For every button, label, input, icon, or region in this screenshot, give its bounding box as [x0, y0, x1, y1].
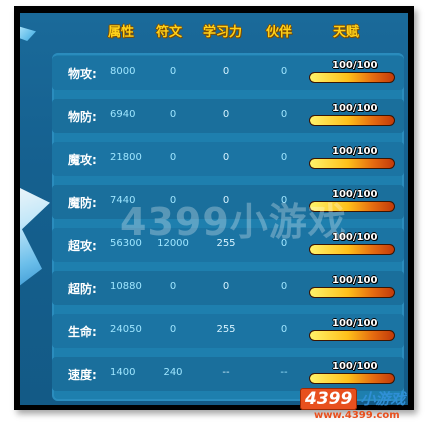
logo-text: 小游戏 [360, 390, 406, 408]
talent-value: 100/100 [332, 318, 378, 329]
stats-header: 属性 符文 学习力 伙伴 天赋 [20, 17, 408, 45]
crystal-wing-decoration [20, 183, 50, 293]
talent-fill [310, 288, 394, 297]
stat-row: 速度: 1400 240 -- -- 100/100 [52, 357, 404, 391]
stat-label: 魔防: [68, 196, 97, 210]
stat-rune-value: 0 [169, 324, 177, 335]
talent-fill [310, 73, 394, 82]
stat-base-value: 1400 [110, 367, 136, 378]
talent-bar: 100/100 [310, 146, 394, 172]
header-partner: 伙伴 [266, 25, 293, 40]
stat-partner-value: 0 [280, 324, 288, 335]
stat-learning-value: 0 [222, 152, 230, 163]
talent-track [310, 288, 394, 297]
stat-partner-value: 0 [280, 152, 288, 163]
talent-track [310, 245, 394, 254]
stat-label: 速度: [68, 368, 97, 382]
talent-value: 100/100 [332, 103, 378, 114]
header-talent: 天赋 [333, 25, 360, 40]
header-rune: 符文 [156, 25, 183, 40]
stat-row: 物防: 6940 0 0 0 100/100 [52, 99, 404, 133]
stat-label: 魔攻: [68, 153, 97, 167]
stat-row: 魔攻: 21800 0 0 0 100/100 [52, 142, 404, 176]
site-logo: 4399 小游戏 www.4399.com [300, 388, 420, 428]
stat-learning-value: 0 [222, 66, 230, 77]
stat-label: 生命: [68, 325, 97, 339]
talent-fill [310, 374, 394, 383]
stat-partner-value: 0 [280, 66, 288, 77]
talent-bar: 100/100 [310, 318, 394, 344]
talent-bar: 100/100 [310, 103, 394, 129]
talent-value: 100/100 [332, 361, 378, 372]
talent-track [310, 159, 394, 168]
stat-rune-value: 0 [169, 281, 177, 292]
header-learning: 学习力 [203, 25, 243, 40]
stat-learning-value: 0 [222, 109, 230, 120]
stat-label: 超防: [68, 282, 97, 296]
stat-learning-value: 0 [222, 281, 230, 292]
stat-base-value: 8000 [110, 66, 136, 77]
talent-fill [310, 159, 394, 168]
watermark: 4399小游戏 [120, 200, 347, 244]
header-attribute: 属性 [108, 25, 135, 40]
talent-bar: 100/100 [310, 60, 394, 86]
talent-track [310, 116, 394, 125]
stat-base-value: 6940 [110, 109, 136, 120]
stat-rune-value: 0 [169, 152, 177, 163]
screenshot-page: 属性 符文 学习力 伙伴 天赋 物攻: 8000 0 0 0 100/100 物防: 6940… [0, 0, 426, 429]
stat-base-value: 24050 [110, 324, 142, 335]
stat-rune-value: 0 [169, 66, 177, 77]
stat-label: 超攻: [68, 239, 97, 253]
talent-bar: 100/100 [310, 275, 394, 301]
stat-row: 物攻: 8000 0 0 0 100/100 [52, 56, 404, 90]
game-screen: 属性 符文 学习力 伙伴 天赋 物攻: 8000 0 0 0 100/100 物防: 6940… [20, 13, 408, 405]
stat-row: 超防: 10880 0 0 0 100/100 [52, 271, 404, 305]
talent-bar: 100/100 [310, 361, 394, 387]
logo-number: 4399 [300, 388, 358, 410]
stat-rune-value: 0 [169, 109, 177, 120]
talent-value: 100/100 [332, 60, 378, 71]
stat-learning-value: 255 [216, 324, 236, 335]
talent-track [310, 73, 394, 82]
logo-mark: 4399 小游戏 [300, 388, 406, 410]
stat-partner-value: 0 [280, 281, 288, 292]
talent-value: 100/100 [332, 146, 378, 157]
talent-fill [310, 245, 394, 254]
stat-partner-value: -- [280, 367, 288, 378]
talent-track [310, 374, 394, 383]
logo-url: www.4399.com [314, 410, 400, 421]
talent-fill [310, 331, 394, 340]
stat-rune-value: 240 [163, 367, 183, 378]
stat-base-value: 10880 [110, 281, 142, 292]
talent-fill [310, 116, 394, 125]
stat-base-value: 21800 [110, 152, 142, 163]
stat-learning-value: -- [222, 367, 230, 378]
stat-label: 物防: [68, 110, 97, 124]
stat-partner-value: 0 [280, 109, 288, 120]
talent-track [310, 331, 394, 340]
talent-value: 100/100 [332, 275, 378, 286]
stat-row: 生命: 24050 0 255 0 100/100 [52, 314, 404, 348]
stat-label: 物攻: [68, 67, 97, 81]
